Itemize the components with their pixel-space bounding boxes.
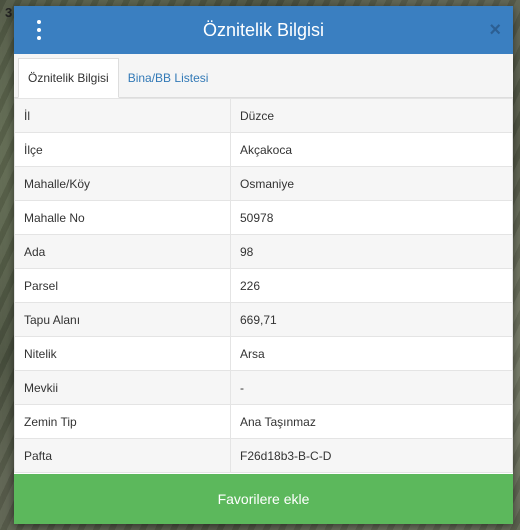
map-label: 3 xyxy=(5,5,13,20)
row-key: Parsel xyxy=(14,268,231,303)
row-key: Ada xyxy=(14,234,231,269)
table-row: Ada 98 xyxy=(14,234,513,269)
row-key: Tapu Alanı xyxy=(14,302,231,337)
table-row: İl Düzce xyxy=(14,98,513,133)
row-value: 226 xyxy=(230,268,513,303)
table-row: Nitelik Arsa xyxy=(14,336,513,371)
table-row: Zemin Tip Ana Taşınmaz xyxy=(14,404,513,439)
row-value: 669,71 xyxy=(230,302,513,337)
row-key: İl xyxy=(14,98,231,133)
row-value: Osmaniye xyxy=(230,166,513,201)
attribute-dialog: Öznitelik Bilgisi × Öznitelik Bilgisi Bi… xyxy=(14,6,513,524)
row-value: Ana Taşınmaz xyxy=(230,404,513,439)
row-value: - xyxy=(230,370,513,405)
attribute-table: İl Düzce İlçe Akçakoca Mahalle/Köy Osmaniye Ma… xyxy=(14,98,513,473)
tab-bar: Öznitelik Bilgisi Bina/BB Listesi xyxy=(14,54,513,98)
table-row: Pafta F26d18b3-B-C-D xyxy=(14,438,513,473)
tab-building-list[interactable]: Bina/BB Listesi xyxy=(119,59,218,97)
tab-attribute-info[interactable]: Öznitelik Bilgisi xyxy=(18,58,119,98)
row-key: Zemin Tip xyxy=(14,404,231,439)
add-to-favorites-button[interactable]: Favorilere ekle xyxy=(14,474,513,524)
row-key: Mahalle/Köy xyxy=(14,166,231,201)
menu-icon[interactable] xyxy=(32,20,46,40)
row-key: Mevkii xyxy=(14,370,231,405)
row-key: Nitelik xyxy=(14,336,231,371)
dialog-title: Öznitelik Bilgisi xyxy=(202,19,325,40)
row-value: 50978 xyxy=(230,200,513,235)
row-value: Arsa xyxy=(230,336,513,371)
dialog-header: Öznitelik Bilgisi × xyxy=(14,6,513,54)
table-row: Mevkii - xyxy=(14,370,513,405)
table-row: Mahalle No 50978 xyxy=(14,200,513,235)
row-value: Akçakoca xyxy=(230,132,513,167)
table-row: Parsel 226 xyxy=(14,268,513,303)
row-value: F26d18b3-B-C-D xyxy=(230,438,513,473)
row-value: 98 xyxy=(230,234,513,269)
row-key: Mahalle No xyxy=(14,200,231,235)
table-row: Mahalle/Köy Osmaniye xyxy=(14,166,513,201)
table-row: İlçe Akçakoca xyxy=(14,132,513,167)
table-row: Tapu Alanı 669,71 xyxy=(14,302,513,337)
row-key: Pafta xyxy=(14,438,231,473)
close-icon[interactable]: × xyxy=(489,19,501,42)
row-key: İlçe xyxy=(14,132,231,167)
row-value: Düzce xyxy=(230,98,513,133)
